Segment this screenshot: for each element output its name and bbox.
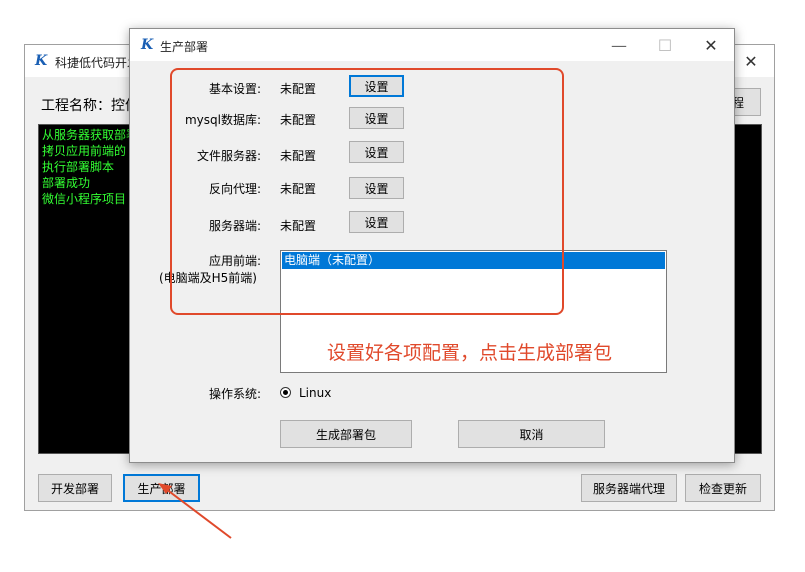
dev-deploy-button[interactable]: 开发部署 xyxy=(38,474,112,502)
annotation-highlight-box xyxy=(170,68,564,315)
project-name-label: 工程名称：控件 xyxy=(41,98,139,114)
check-update-button[interactable]: 检查更新 xyxy=(685,474,761,502)
dialog-titlebar: K 生产部署 — ☐ ✕ xyxy=(130,29,734,61)
app-logo-icon: K xyxy=(35,53,48,69)
linux-radio-label: Linux xyxy=(299,386,332,400)
os-label: 操作系统: xyxy=(208,387,261,401)
dialog-title: 生产部署 xyxy=(160,40,209,54)
annotation-text: 设置好各项配置，点击生成部署包 xyxy=(327,342,613,364)
prod-deploy-button[interactable]: 生产部署 xyxy=(123,474,200,502)
generate-package-button[interactable]: 生成部署包 xyxy=(280,420,412,448)
cancel-button[interactable]: 取消 xyxy=(458,420,605,448)
linux-radio[interactable] xyxy=(280,387,291,398)
main-window-title: 科捷低代码开发 xyxy=(55,56,140,70)
dialog-close-icon[interactable]: ✕ xyxy=(688,29,734,61)
minimize-icon[interactable]: — xyxy=(596,29,642,61)
dialog-logo-icon: K xyxy=(141,37,154,53)
server-proxy-button[interactable]: 服务器端代理 xyxy=(581,474,677,502)
maximize-icon: ☐ xyxy=(657,35,673,55)
